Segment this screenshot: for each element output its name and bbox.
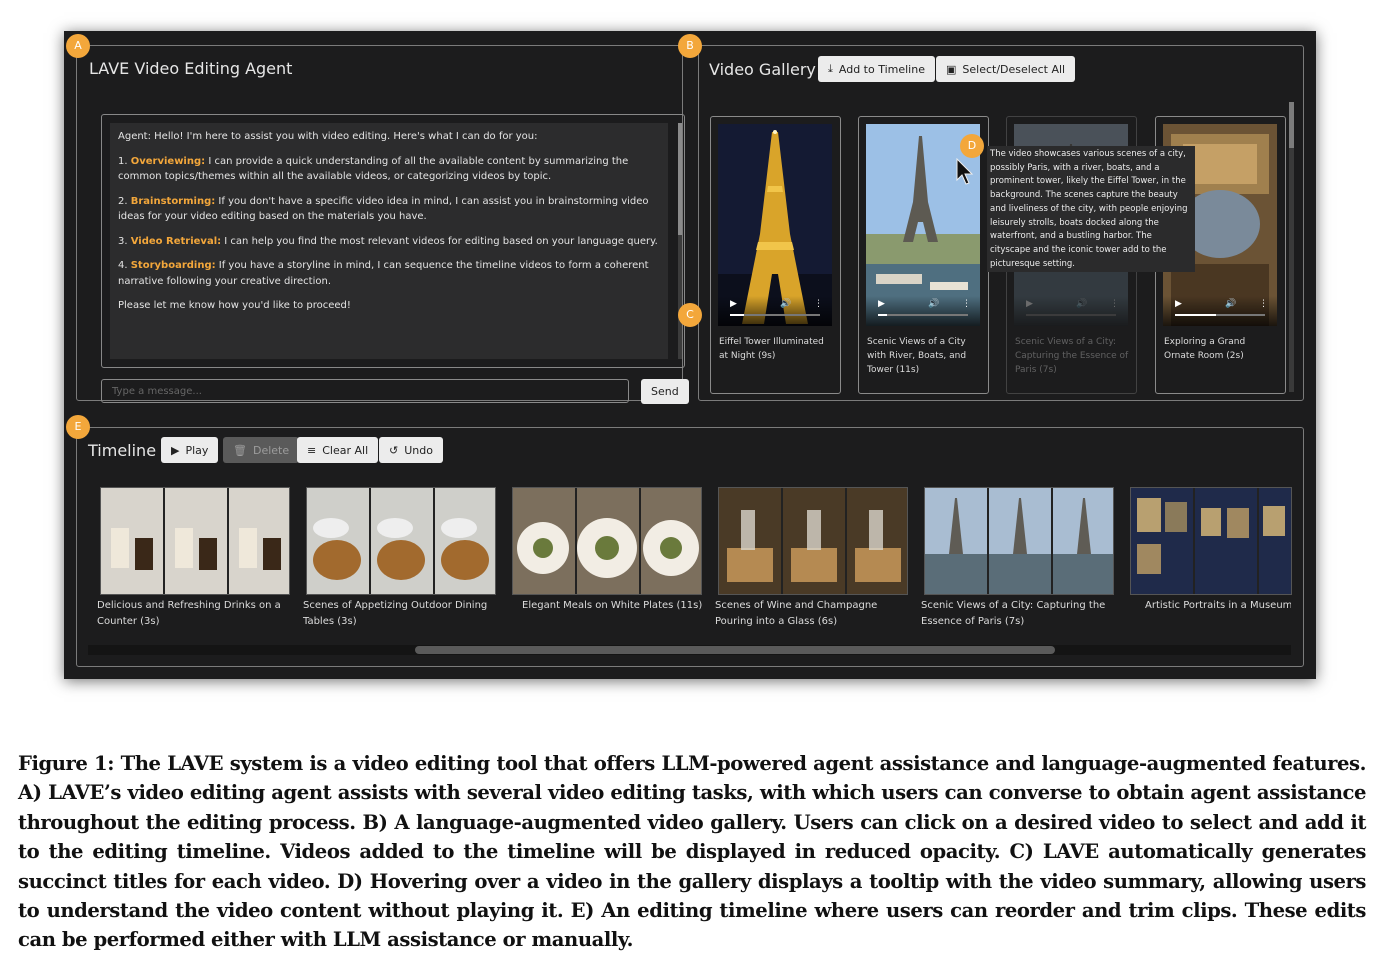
add-to-timeline-button[interactable]: ⤓ Add to Timeline [818,56,935,82]
video-title: Scenic Views of a City: Capturing the Es… [1015,337,1129,375]
clip-title: Scenes of Appetizing Outdoor Dining Tabl… [303,600,488,627]
timeline-clip[interactable] [306,487,496,595]
badge-a: A [66,34,90,58]
badge-e: E [66,415,90,439]
undo-icon: ↺ [389,443,399,457]
video-card[interactable]: ▶ 🔊 ⋮ Eiffel Tower Illuminated at Night … [710,116,841,394]
badge-d: D [960,134,984,158]
figure-label: Figure 1: [18,752,114,775]
progress-bar[interactable] [878,314,968,316]
chat-item-retrieval: 3. Video Retrieval: I can help you find … [118,235,658,247]
timeline-clip[interactable] [924,487,1114,595]
chat-item-brainstorming: 2. Brainstorming: If you don't have a sp… [118,195,649,223]
agent-panel: LAVE Video Editing Agent Agent: Hello! I… [76,45,689,404]
clip-title: Artistic Portraits in a Museum ( [1145,600,1291,611]
volume-icon[interactable]: 🔊 [928,299,939,309]
timeline-scrollbar[interactable] [88,645,1291,655]
volume-icon[interactable]: 🔊 [1076,299,1087,309]
chat-history[interactable]: Agent: Hello! I'm here to assist you wit… [101,114,685,368]
badge-c: C [678,303,702,327]
volume-icon[interactable]: 🔊 [1225,299,1236,309]
video-title: Exploring a Grand Ornate Room (2s) [1164,337,1246,361]
video-summary-tooltip: The video showcases various scenes of a … [987,146,1195,272]
badge-b: B [678,34,702,58]
lave-app-screenshot: LAVE Video Editing Agent Agent: Hello! I… [64,31,1316,679]
progress-bar[interactable] [730,314,820,316]
trash-icon: 🗑 [233,443,247,457]
message-input[interactable]: Type a message... [101,379,629,403]
mouse-cursor-icon [956,158,974,185]
timeline-clip[interactable] [512,487,702,595]
undo-button[interactable]: ↺ Undo [379,437,443,463]
more-icon[interactable]: ⋮ [1110,299,1119,309]
timeline-title: Timeline [88,441,157,460]
progress-bar[interactable] [1026,314,1116,316]
delete-button[interactable]: 🗑 Delete [223,437,300,463]
clip-title: Delicious and Refreshing Drinks on a Cou… [97,600,281,627]
list-icon: ≡ [307,443,317,457]
more-icon[interactable]: ⋮ [1259,299,1268,309]
gallery-title: Video Gallery [709,60,816,79]
video-title: Scenic Views of a City with River, Boats… [867,337,967,375]
clear-all-button[interactable]: ≡ Clear All [297,437,379,463]
clip-title: Scenes of Wine and Champagne Pouring int… [715,600,878,627]
timeline-clip[interactable] [718,487,908,595]
chat-item-storyboarding: 4. Storyboarding: If you have a storylin… [118,260,649,287]
agent-panel-title: LAVE Video Editing Agent [89,59,293,78]
chat-intro: Agent: Hello! I'm here to assist you wit… [118,131,538,142]
more-icon[interactable]: ⋮ [814,299,823,309]
download-icon: ⤓ [828,62,833,75]
play-icon[interactable]: ▶ [730,299,737,309]
play-icon[interactable]: ▶ [1175,299,1182,309]
gallery-scrollbar[interactable] [1289,102,1294,392]
progress-bar[interactable] [1175,314,1265,316]
timeline-clip[interactable] [1130,487,1292,595]
more-icon[interactable]: ⋮ [962,299,971,309]
play-icon[interactable]: ▶ [1026,299,1033,309]
chat-message: Agent: Hello! I'm here to assist you wit… [110,123,668,359]
play-icon: ▶ [171,443,180,457]
play-button[interactable]: ▶ Play [161,437,219,463]
timeline-clip[interactable] [100,487,290,595]
chat-closing: Please let me know how you'd like to pro… [118,300,351,311]
video-title: Eiffel Tower Illuminated at Night (9s) [719,337,824,361]
volume-icon[interactable]: 🔊 [780,299,791,309]
send-button[interactable]: Send [641,379,689,404]
chat-item-overviewing: 1. Overviewing: I can provide a quick un… [118,155,629,183]
video-thumbnail[interactable]: ▶ 🔊 ⋮ [718,124,832,326]
figure-caption: Figure 1: The LAVE system is a video edi… [18,749,1366,955]
select-all-button[interactable]: ▣ Select/Deselect All [936,56,1076,82]
clip-title: Scenic Views of a City: Capturing the Es… [921,600,1106,627]
figure-caption-text: The LAVE system is a video editing tool … [18,752,1366,952]
checkbox-icon: ▣ [946,62,957,76]
play-icon[interactable]: ▶ [878,299,885,309]
clip-title: Elegant Meals on White Plates (11s) [522,600,703,611]
